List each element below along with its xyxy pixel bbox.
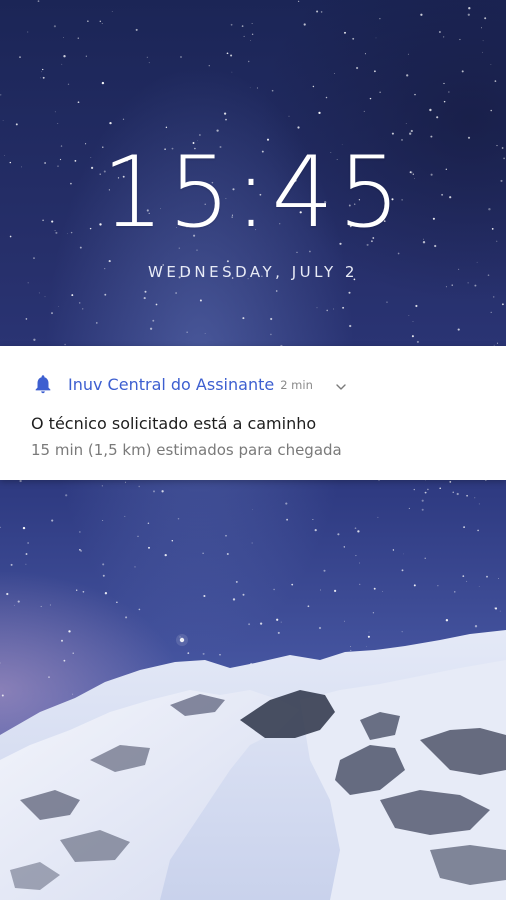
notification-title: O técnico solicitado está a caminho	[31, 414, 317, 433]
lockscreen-clock: 15:45	[101, 136, 405, 250]
notification-card[interactable]: Inuv Central do Assinante 2 min O técnic…	[0, 346, 506, 480]
notification-timestamp: 2 min	[280, 377, 313, 392]
notification-header: Inuv Central do Assinante 2 min	[32, 372, 347, 396]
notification-app-name: Inuv Central do Assinante	[68, 374, 275, 394]
lockscreen-date: WEDNESDAY, JULY 2	[148, 263, 358, 281]
chevron-down-icon[interactable]	[335, 378, 347, 390]
notification-body: 15 min (1,5 km) estimados para chegada	[31, 441, 342, 459]
bell-icon	[32, 373, 54, 395]
